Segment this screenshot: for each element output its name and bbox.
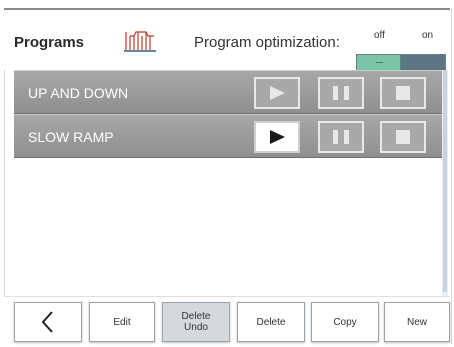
pause-icon [333, 130, 349, 144]
play-icon [270, 130, 285, 144]
pause-icon [333, 86, 349, 100]
play-button[interactable] [254, 121, 300, 153]
copy-button[interactable]: Copy [311, 302, 379, 342]
delete-undo-label-2: Undo [184, 322, 208, 333]
footer-toolbar: Edit Delete Undo Delete Copy New [4, 296, 450, 347]
program-row[interactable]: UP AND DOWN [14, 70, 442, 114]
stop-button[interactable] [380, 121, 426, 153]
delete-button[interactable]: Delete [237, 302, 305, 342]
list-scrollbar[interactable] [442, 70, 448, 296]
header: Programs Program optimization: off on [4, 10, 450, 72]
toggle-on-label: on [422, 30, 434, 41]
optimization-label: Program optimization: [194, 34, 340, 51]
page-title: Programs [14, 34, 85, 51]
pause-button[interactable] [318, 77, 364, 109]
new-button[interactable]: New [384, 302, 450, 342]
program-name: SLOW RAMP [28, 129, 114, 145]
stop-icon [396, 86, 410, 100]
edit-button[interactable]: Edit [89, 302, 155, 342]
program-name: UP AND DOWN [28, 85, 129, 101]
play-icon [270, 86, 285, 100]
toggle-off-label: off [374, 30, 385, 41]
play-button[interactable] [254, 77, 300, 109]
delete-undo-label-1: Delete [181, 311, 211, 322]
stop-button[interactable] [380, 77, 426, 109]
program-chart-icon[interactable] [122, 28, 158, 54]
toggle-knob[interactable] [357, 55, 401, 71]
chevron-left-icon [41, 311, 53, 333]
stop-icon [396, 130, 410, 144]
pause-button[interactable] [318, 121, 364, 153]
optimization-toggle[interactable]: off on [344, 26, 448, 76]
program-list: UP AND DOWN SLOW RAMP [14, 70, 442, 296]
delete-undo-button[interactable]: Delete Undo [162, 302, 230, 342]
scrollbar-thumb[interactable] [443, 70, 447, 292]
program-row[interactable]: SLOW RAMP [14, 114, 442, 158]
back-button[interactable] [14, 302, 82, 342]
